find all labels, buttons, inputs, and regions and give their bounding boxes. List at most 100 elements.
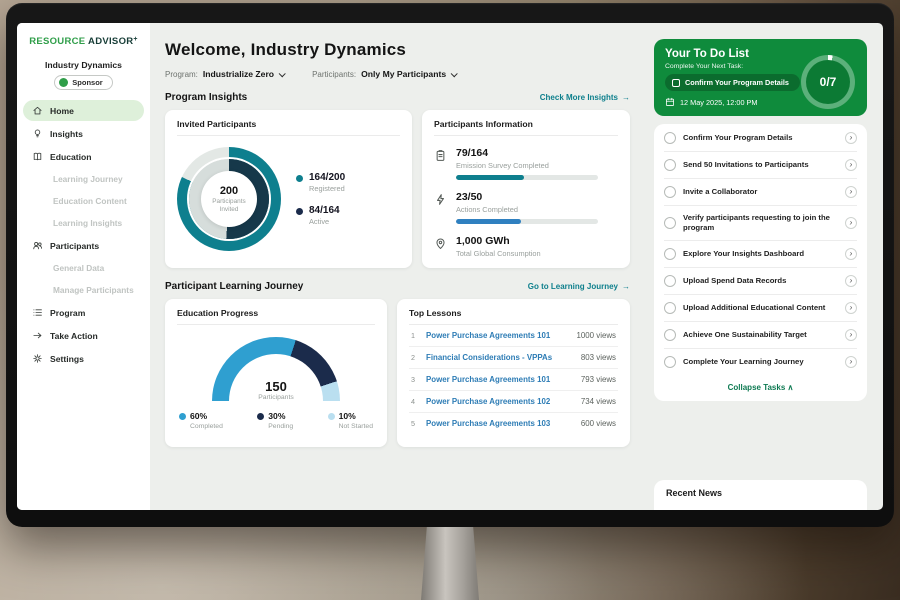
lesson-views: 793 views xyxy=(581,375,616,384)
task-row[interactable]: Upload Spend Data Records › xyxy=(664,268,857,295)
task-chevron-icon[interactable]: › xyxy=(845,275,857,287)
sidebar: RESOURCE ADVISOR+ Industry Dynamics Spon… xyxy=(17,23,150,510)
calendar-icon xyxy=(665,97,675,107)
task-row[interactable]: Verify participants requesting to join t… xyxy=(664,206,857,241)
task-checkbox[interactable] xyxy=(664,302,676,314)
arrow-right-icon: → xyxy=(622,282,630,291)
sidebar-item-insights[interactable]: Insights xyxy=(23,123,144,144)
stat-label: Actions Completed xyxy=(456,205,598,214)
lesson-link[interactable]: Power Purchase Agreements 101 xyxy=(426,375,573,384)
stat-value: 1,000 GWh xyxy=(456,235,541,247)
task-row[interactable]: Send 50 Invitations to Participants › xyxy=(664,152,857,179)
task-row[interactable]: Achieve One Sustainability Target › xyxy=(664,322,857,349)
collapse-tasks-button[interactable]: Collapse Tasks ∧ xyxy=(664,375,857,398)
task-chevron-icon[interactable]: › xyxy=(845,302,857,314)
legend-item-active: 84/164 Active xyxy=(296,205,345,226)
arrow-action-icon xyxy=(32,330,43,341)
lesson-link[interactable]: Power Purchase Agreements 103 xyxy=(426,419,573,428)
task-row[interactable]: Explore Your Insights Dashboard › xyxy=(664,241,857,268)
participants-dropdown[interactable]: Participants: Only My Participants xyxy=(312,69,456,79)
legend-value: 84/164 xyxy=(309,205,340,216)
task-chevron-icon[interactable]: › xyxy=(845,248,857,260)
lesson-row: 1 Power Purchase Agreements 101 1000 vie… xyxy=(409,325,618,347)
task-checkbox[interactable] xyxy=(664,356,676,368)
list-icon xyxy=(32,307,43,318)
lesson-rank: 1 xyxy=(411,331,418,340)
sidebar-item-program[interactable]: Program xyxy=(23,302,144,323)
task-label: Send 50 Invitations to Participants xyxy=(683,160,838,170)
sidebar-item-learning-insights[interactable]: Learning Insights xyxy=(23,213,144,233)
go-to-learning-journey-link[interactable]: Go to Learning Journey → xyxy=(528,282,630,291)
task-chevron-icon[interactable]: › xyxy=(845,329,857,341)
chevron-down-icon xyxy=(279,70,286,77)
sidebar-item-take-action[interactable]: Take Action xyxy=(23,325,144,346)
gauge-center: 150 Participants xyxy=(212,379,340,401)
task-chevron-icon[interactable]: › xyxy=(845,159,857,171)
lesson-link[interactable]: Power Purchase Agreements 101 xyxy=(426,331,569,340)
task-checkbox[interactable] xyxy=(664,248,676,260)
legend-label: Pending xyxy=(268,423,293,430)
task-label: Confirm Your Program Details xyxy=(683,133,838,143)
task-chevron-icon[interactable]: › xyxy=(845,356,857,368)
task-chevron-icon[interactable]: › xyxy=(845,217,857,229)
dashboard-app: RESOURCE ADVISOR+ Industry Dynamics Spon… xyxy=(17,23,883,510)
legend-dot-not-started xyxy=(328,413,335,420)
sidebar-item-home[interactable]: Home xyxy=(23,100,144,121)
sidebar-item-participants[interactable]: Participants xyxy=(23,235,144,256)
task-row[interactable]: Complete Your Learning Journey › xyxy=(664,349,857,375)
task-row[interactable]: Upload Additional Educational Content › xyxy=(664,295,857,322)
sidebar-item-label: Education Content xyxy=(53,196,127,206)
sidebar-nav: Home Insights Education Learning Journey xyxy=(17,99,150,370)
task-row[interactable]: Confirm Your Program Details › xyxy=(664,125,857,152)
stat-emission-survey: 79/164 Emission Survey Completed xyxy=(434,147,618,180)
sidebar-item-education-content[interactable]: Education Content xyxy=(23,191,144,211)
donut-center: 200 Participants Invited xyxy=(177,147,281,251)
task-checkbox[interactable] xyxy=(664,217,676,229)
task-checkbox[interactable] xyxy=(664,132,676,144)
lesson-rank: 3 xyxy=(411,375,418,384)
lesson-views: 600 views xyxy=(581,419,616,428)
invited-legend: 164/200 Registered 84/164 Active xyxy=(296,172,345,226)
task-checkbox[interactable] xyxy=(664,159,676,171)
sponsor-label: Sponsor xyxy=(72,78,102,87)
sidebar-item-learning-journey[interactable]: Learning Journey xyxy=(23,169,144,189)
lesson-link[interactable]: Power Purchase Agreements 102 xyxy=(426,397,573,406)
task-row[interactable]: Invite a Collaborator › xyxy=(664,179,857,206)
lesson-rank: 4 xyxy=(411,397,418,406)
task-chevron-icon[interactable]: › xyxy=(845,186,857,198)
lesson-views: 1000 views xyxy=(577,331,616,340)
task-checkbox[interactable] xyxy=(664,275,676,287)
sidebar-item-label: General Data xyxy=(53,263,104,273)
legend-value: 10% xyxy=(339,411,356,421)
legend-item-registered: 164/200 Registered xyxy=(296,172,345,193)
todo-summary-card: Your To Do List Complete Your Next Task:… xyxy=(654,39,867,116)
gauge-value: 150 xyxy=(212,379,340,394)
lightning-icon xyxy=(434,193,447,206)
sidebar-item-settings[interactable]: Settings xyxy=(23,348,144,369)
program-insights-header: Program Insights Check More Insights → xyxy=(165,92,630,103)
collapse-label: Collapse Tasks xyxy=(728,383,786,392)
program-dropdown[interactable]: Program: Industrialize Zero xyxy=(165,69,284,79)
invited-participants-card: Invited Participants 200 Participants In… xyxy=(165,110,412,268)
legend-value: 60% xyxy=(190,411,207,421)
sidebar-item-education[interactable]: Education xyxy=(23,146,144,167)
stat-global-consumption: 1,000 GWh Total Global Consumption xyxy=(434,235,618,258)
todo-panel: Your To Do List Complete Your Next Task:… xyxy=(654,39,867,510)
sidebar-item-label: Settings xyxy=(50,354,84,364)
sidebar-item-general-data[interactable]: General Data xyxy=(23,258,144,278)
todo-progress-ring: 0/7 xyxy=(801,55,855,109)
monitor-frame: RESOURCE ADVISOR+ Industry Dynamics Spon… xyxy=(6,3,894,527)
task-checkbox[interactable] xyxy=(664,186,676,198)
task-chevron-icon[interactable]: › xyxy=(845,132,857,144)
sidebar-item-manage-participants[interactable]: Manage Participants xyxy=(23,280,144,300)
lesson-row: 5 Power Purchase Agreements 103 600 view… xyxy=(409,413,618,434)
learning-journey-header: Participant Learning Journey Go to Learn… xyxy=(165,281,630,292)
lesson-row: 4 Power Purchase Agreements 102 734 view… xyxy=(409,391,618,413)
task-checkbox[interactable] xyxy=(664,329,676,341)
app-logo: RESOURCE ADVISOR+ xyxy=(17,36,150,47)
lesson-row: 2 Financial Considerations - VPPAs 803 v… xyxy=(409,347,618,369)
next-task-row[interactable]: Confirm Your Program Details xyxy=(665,74,800,91)
lesson-link[interactable]: Financial Considerations - VPPAs xyxy=(426,353,573,362)
checkbox-icon[interactable] xyxy=(672,79,680,87)
check-more-insights-link[interactable]: Check More Insights → xyxy=(540,93,630,102)
